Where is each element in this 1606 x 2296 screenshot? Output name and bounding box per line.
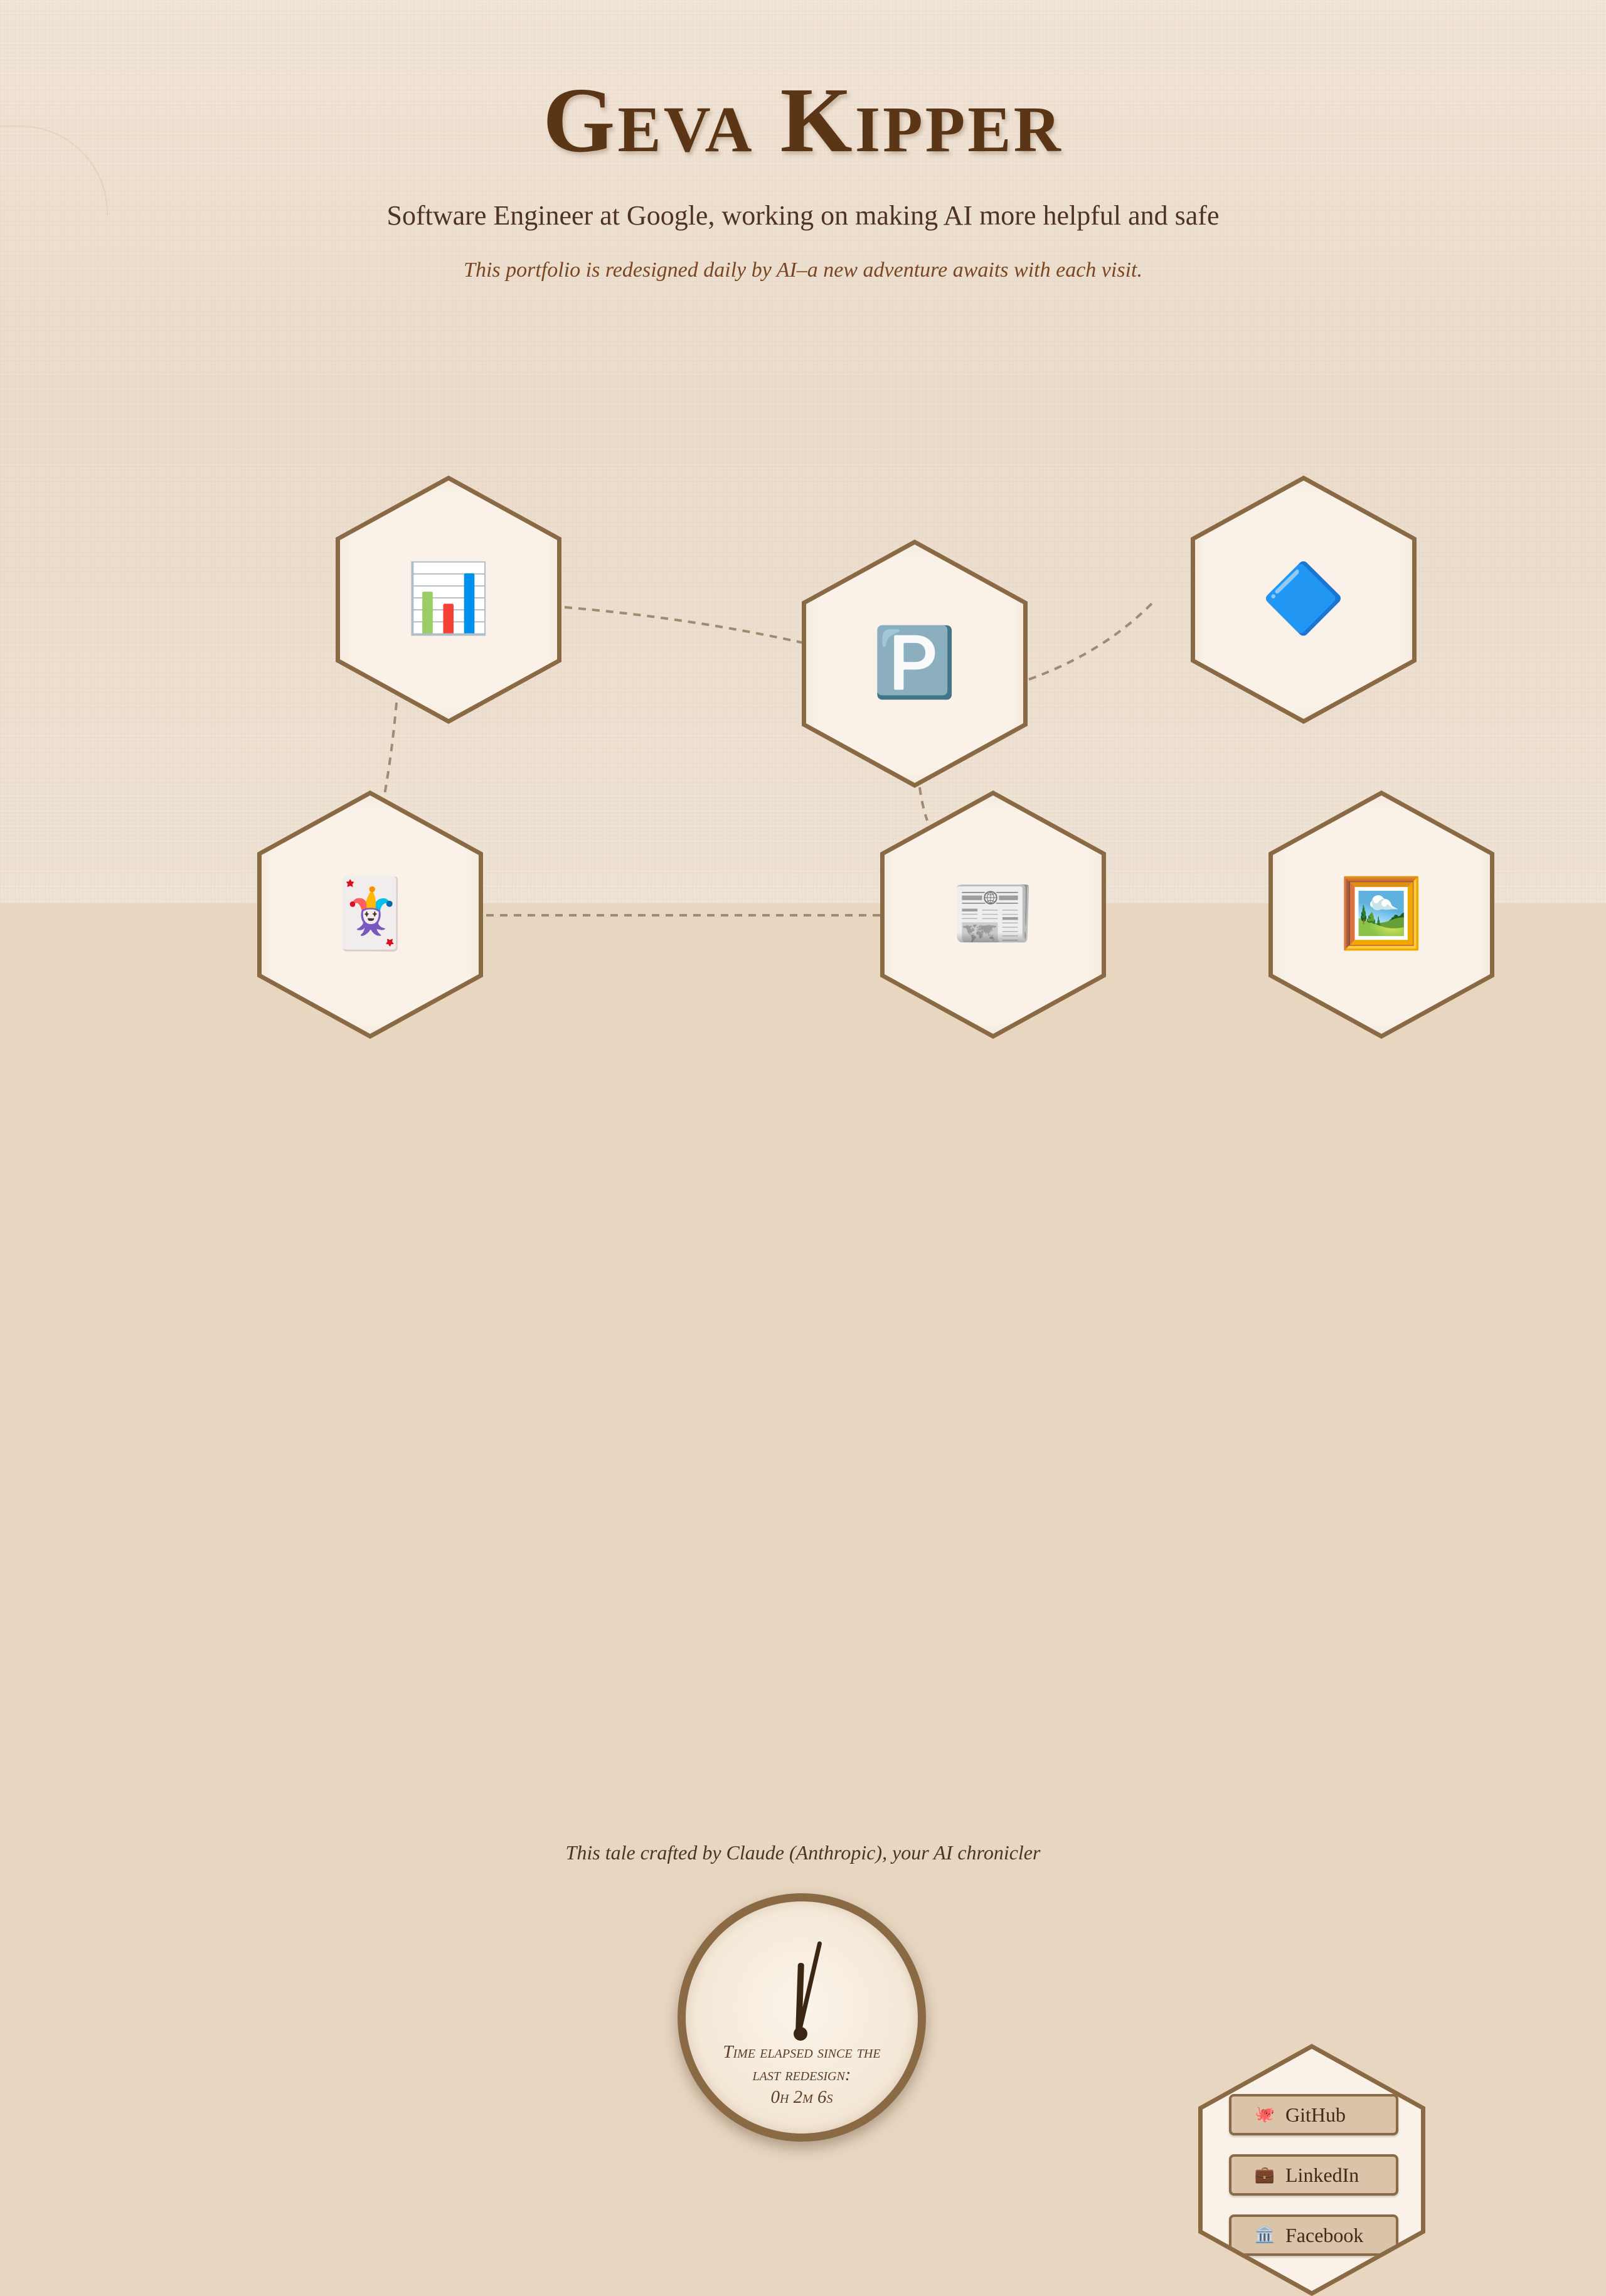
facebook-link-label: Facebook [1285,2223,1364,2246]
clock-label: Time elapsed since the last redesign: [723,2042,881,2085]
newspaper-icon: 📰 [950,877,1036,952]
hex-face: 🐙 GitHub 💼 LinkedIn 🏛️ Facebook [1203,2049,1421,2291]
project-hex-p-button[interactable]: 🅿️ [802,539,1028,788]
linkedin-link-label: LinkedIn [1285,2163,1359,2186]
github-link[interactable]: 🐙 GitHub [1229,2094,1398,2135]
project-hex-joker[interactable]: 🃏 [257,790,483,1039]
framed-picture-icon: 🖼️ [1339,877,1424,952]
hex-face: 🔷 [1195,481,1412,719]
project-hex-newspaper[interactable]: 📰 [880,790,1106,1039]
facebook-link[interactable]: 🏛️ Facebook [1229,2214,1398,2256]
connector-p-to-diamond [1028,600,1156,681]
briefcase-icon: 💼 [1254,2166,1275,2184]
connector-chart-to-p [564,606,805,644]
project-hex-bar-chart[interactable]: 📊 [336,476,561,724]
redesign-clock: Time elapsed since the last redesign: 0h… [678,1893,926,2142]
joker-card-icon: 🃏 [327,877,413,952]
social-links-hex: 🐙 GitHub 💼 LinkedIn 🏛️ Facebook [1198,2044,1425,2296]
clock-elapsed: 0h 2m 6s [770,2087,833,2107]
linkedin-link[interactable]: 💼 LinkedIn [1229,2154,1398,2196]
project-hex-blue-diamond[interactable]: 🔷 [1191,476,1417,724]
hex-face: 📊 [340,481,557,719]
hex-face: 🃏 [262,795,479,1034]
p-button-icon: 🅿️ [872,626,957,701]
hex-face: 🖼️ [1273,795,1490,1034]
bar-chart-icon: 📊 [406,562,491,637]
blue-diamond-icon: 🔷 [1261,562,1346,637]
octopus-icon: 🐙 [1254,2105,1275,2123]
classical-building-icon: 🏛️ [1254,2226,1275,2244]
clock-center [794,2027,807,2041]
hex-face: 📰 [885,795,1102,1034]
ai-credit: This tale crafted by Claude (Anthropic),… [565,1841,1041,1864]
clock-text: Time elapsed since the last redesign: 0h… [711,2041,893,2108]
project-hex-framed-picture[interactable]: 🖼️ [1268,790,1494,1039]
hex-face: 🅿️ [806,545,1023,783]
github-link-label: GitHub [1285,2103,1346,2126]
